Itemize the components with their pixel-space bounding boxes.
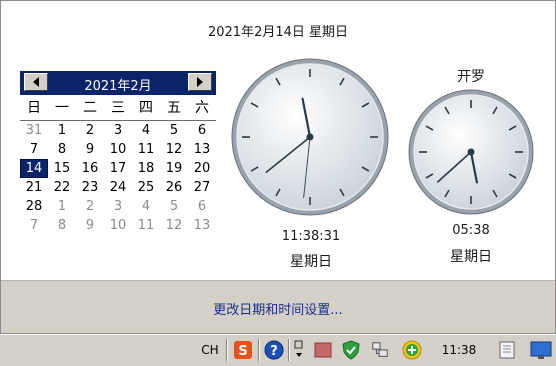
calendar-day[interactable]: 19 <box>160 159 188 178</box>
show-desktop-icon[interactable] <box>497 340 517 360</box>
calendar-week-row: 7 8 9 10 11 12 13 <box>20 216 216 235</box>
calendar-header: 2021年2月 <box>20 71 216 95</box>
cairo-clock <box>408 89 534 215</box>
calendar-day[interactable]: 1 <box>48 197 76 216</box>
calendar-day[interactable]: 15 <box>48 159 76 178</box>
next-month-button[interactable] <box>188 73 212 91</box>
calendar-day[interactable]: 16 <box>76 159 104 178</box>
clock-center <box>306 133 314 141</box>
local-clock <box>231 58 389 216</box>
calendar-day[interactable]: 13 <box>188 216 216 235</box>
flyout-footer: 更改日期和时间设置... <box>1 280 555 333</box>
red-app-icon[interactable] <box>314 340 332 360</box>
calendar-day[interactable]: 17 <box>104 159 132 178</box>
tray-separator <box>226 339 228 361</box>
calendar-day[interactable]: 20 <box>188 159 216 178</box>
calendar-day[interactable]: 3 <box>104 121 132 140</box>
calendar-week-row: 21 22 23 24 25 26 27 <box>20 178 216 197</box>
calendar-grid: 31 1 2 3 4 5 6 7 8 9 10 11 12 13 14 15 16 17 18 19 20 21 22 23 2… <box>20 121 216 235</box>
calendar-day[interactable]: 2 <box>76 197 104 216</box>
svg-text:S: S <box>238 344 247 359</box>
calendar-day[interactable]: 28 <box>20 197 48 216</box>
triangle-right-icon <box>197 77 203 87</box>
weekday-label: 四 <box>139 100 153 116</box>
clock-center <box>467 148 475 156</box>
weekday-label: 三 <box>111 100 125 116</box>
calendar-day[interactable]: 12 <box>160 216 188 235</box>
calendar-day[interactable]: 21 <box>20 178 48 197</box>
calendar-day[interactable]: 31 <box>20 121 48 140</box>
calendar-week-row: 7 8 9 10 11 12 13 <box>20 140 216 159</box>
green-plus-icon[interactable] <box>402 340 422 360</box>
language-indicator[interactable]: CH <box>198 340 222 360</box>
calendar-day[interactable]: 22 <box>48 178 76 197</box>
tray-expand-arrows-icon[interactable] <box>293 340 305 360</box>
calendar-day[interactable]: 18 <box>132 159 160 178</box>
calendar-day[interactable]: 6 <box>188 197 216 216</box>
calendar-day[interactable]: 13 <box>188 140 216 159</box>
network-icon[interactable] <box>371 340 389 360</box>
calendar-day[interactable]: 25 <box>132 178 160 197</box>
calendar-day[interactable]: 5 <box>160 121 188 140</box>
local-clock-day: 星期日 <box>290 254 332 270</box>
calendar-day[interactable]: 7 <box>20 140 48 159</box>
calendar-day-selected[interactable]: 14 <box>20 159 48 178</box>
change-datetime-settings-link[interactable]: 更改日期和时间设置... <box>1 299 555 318</box>
calendar-week-row: 28 1 2 3 4 5 6 <box>20 197 216 216</box>
calendar-day[interactable]: 4 <box>132 197 160 216</box>
weekday-label: 五 <box>167 100 181 116</box>
calendar-day[interactable]: 7 <box>20 216 48 235</box>
tray-separator <box>288 339 290 361</box>
monitor-icon[interactable] <box>530 340 552 360</box>
calendar-day[interactable]: 9 <box>76 216 104 235</box>
taskbar: CH S ? 11:38 <box>0 334 556 366</box>
weekday-label: 六 <box>195 100 209 116</box>
cairo-clock-city: 开罗 <box>457 69 485 85</box>
calendar-week-row: 14 15 16 17 18 19 20 <box>20 159 216 178</box>
current-date-header: 2021年2月14日 星期日 <box>207 25 349 40</box>
weekday-label: 日 <box>27 100 41 116</box>
taskbar-clock[interactable]: 11:38 <box>430 340 488 360</box>
calendar-day[interactable]: 12 <box>160 140 188 159</box>
calendar-day[interactable]: 5 <box>160 197 188 216</box>
calendar-week-row: 31 1 2 3 4 5 6 <box>20 121 216 140</box>
help-icon[interactable]: ? <box>264 340 284 360</box>
calendar-day[interactable]: 9 <box>76 140 104 159</box>
calendar-day[interactable]: 8 <box>48 140 76 159</box>
calendar-day[interactable]: 11 <box>132 140 160 159</box>
weekday-header-row: 日一二三四五六 <box>20 98 216 121</box>
local-clock-time: 11:38:31 <box>281 229 341 244</box>
calendar-day[interactable]: 11 <box>132 216 160 235</box>
calendar-month-title: 2021年2月 <box>84 79 152 94</box>
calendar-day[interactable]: 10 <box>104 216 132 235</box>
shield-icon[interactable] <box>342 340 360 360</box>
calendar-day[interactable]: 26 <box>160 178 188 197</box>
sogou-input-icon[interactable]: S <box>233 340 253 360</box>
calendar-day[interactable]: 27 <box>188 178 216 197</box>
calendar-day[interactable]: 10 <box>104 140 132 159</box>
calendar-day[interactable]: 24 <box>104 178 132 197</box>
calendar-day[interactable]: 1 <box>48 121 76 140</box>
tray-separator <box>258 339 260 361</box>
weekday-label: 二 <box>83 100 97 116</box>
calendar-day[interactable]: 2 <box>76 121 104 140</box>
calendar-day[interactable]: 3 <box>104 197 132 216</box>
calendar-day[interactable]: 4 <box>132 121 160 140</box>
calendar-day[interactable]: 8 <box>48 216 76 235</box>
calendar-day[interactable]: 23 <box>76 178 104 197</box>
calendar: 2021年2月 日一二三四五六 31 1 2 3 4 5 6 7 8 9 10 11 12 13 14 15 1… <box>20 71 216 235</box>
cairo-clock-day: 星期日 <box>450 249 492 265</box>
date-time-flyout: 2021年2月14日 星期日 2021年2月 日一二三四五六 31 1 2 3 4 5 6 7… <box>0 0 556 334</box>
cairo-clock-time: 05:38 <box>452 223 490 238</box>
calendar-day[interactable]: 6 <box>188 121 216 140</box>
svg-text:?: ? <box>270 344 278 359</box>
weekday-label: 一 <box>55 100 69 116</box>
